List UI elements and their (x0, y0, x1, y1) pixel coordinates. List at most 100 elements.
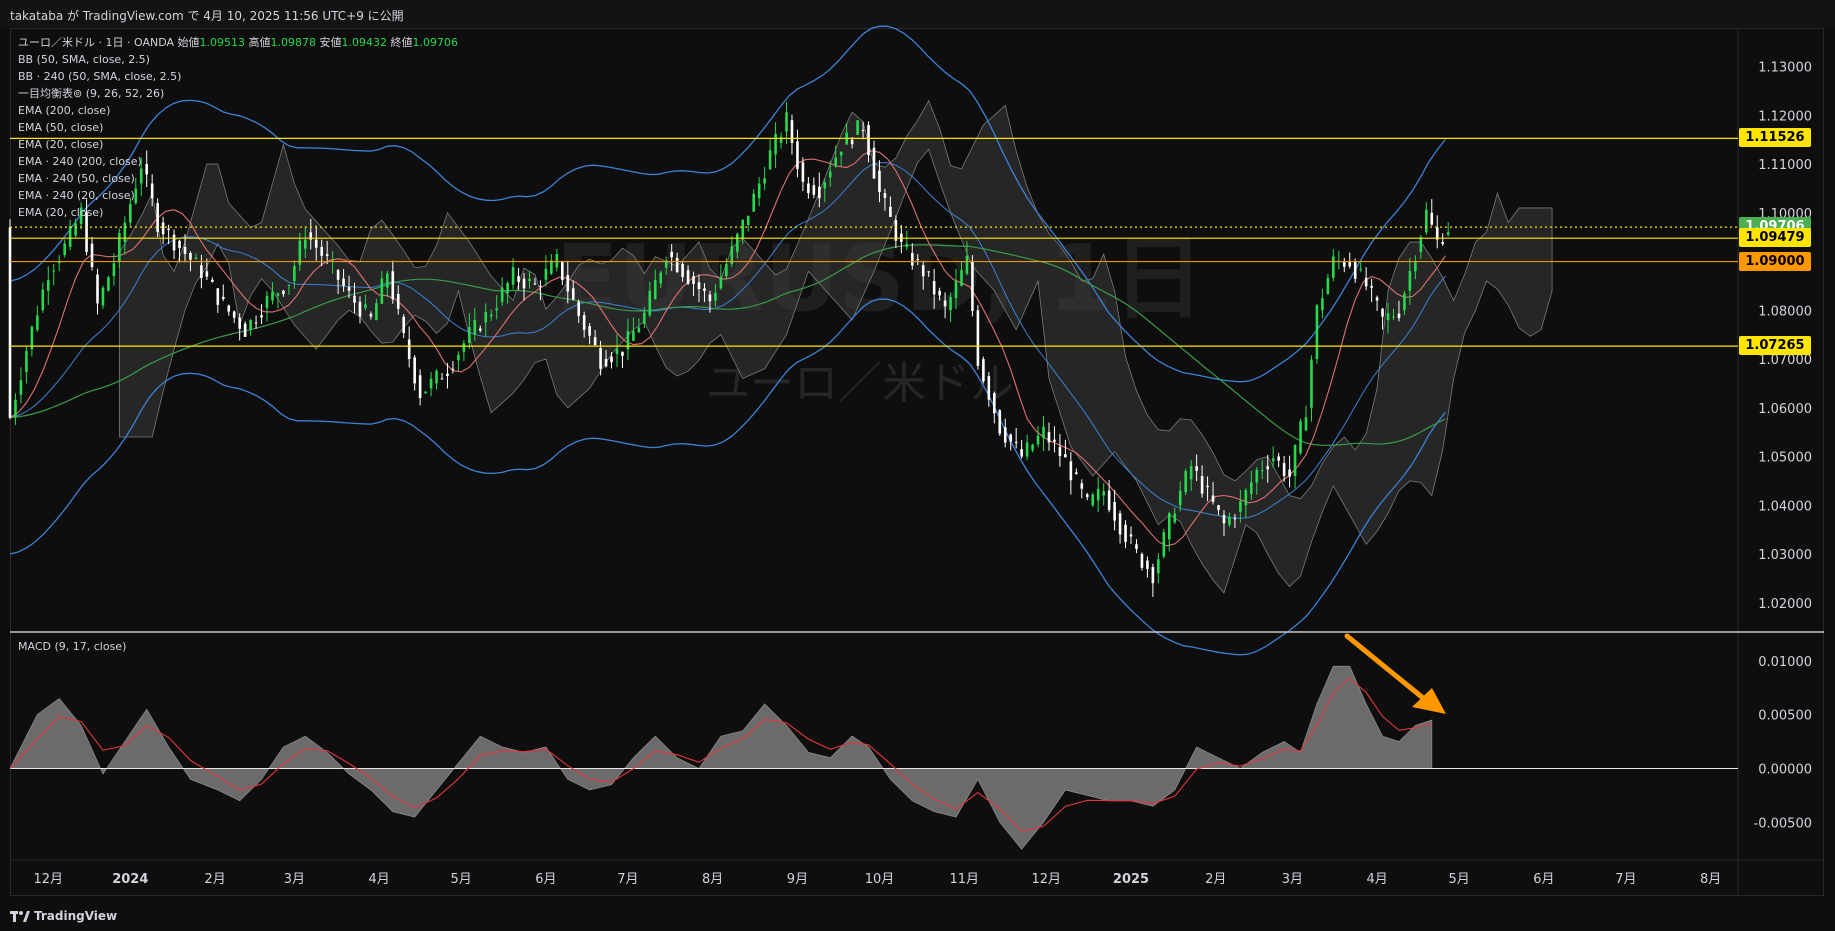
candle (451, 360, 455, 374)
candle (1091, 492, 1095, 508)
candle (1184, 468, 1187, 495)
indicator-ema-20-b[interactable]: EMA (20, close) (18, 204, 458, 221)
candle (757, 177, 761, 207)
candle (998, 409, 1002, 436)
candle (243, 321, 247, 337)
time-tick-label: 2月 (204, 872, 225, 887)
candle (57, 254, 61, 272)
candle (216, 288, 220, 313)
candle (1053, 426, 1056, 453)
candle (457, 351, 460, 371)
tradingview-brand: TradingView (34, 909, 118, 923)
time-tick-label: 2月 (1205, 872, 1226, 887)
price-tick-label: 1.07000 (1758, 353, 1812, 368)
candle (221, 284, 225, 302)
indicator-ema-50[interactable]: EMA (50, close) (18, 119, 458, 136)
indicator-ema-20[interactable]: EMA (20, close) (18, 136, 458, 153)
candle (1315, 303, 1319, 364)
candle (1025, 434, 1029, 461)
candle (30, 325, 34, 357)
high-label: 高値 (248, 36, 271, 49)
indicator-bb-240[interactable]: BB · 240 (50, SMA, close, 2.5) (18, 68, 458, 85)
time-tick-label: 2025 (1113, 872, 1149, 887)
candle (462, 339, 466, 361)
macd-legend[interactable]: MACD (9, 17, close) (18, 640, 126, 653)
candle (621, 351, 624, 369)
candle (1042, 416, 1045, 451)
candle (46, 266, 50, 305)
price-badge-0[interactable]: 1.11526 (1739, 128, 1811, 148)
candle (982, 356, 985, 384)
time-tick-label: 6月 (535, 872, 556, 887)
candle (260, 304, 263, 325)
candle (1326, 273, 1330, 295)
candle (440, 372, 444, 380)
candle (1337, 250, 1341, 270)
bb-lower-line (9, 298, 1446, 656)
time-tick-label: 11月 (949, 872, 979, 887)
candle (1381, 307, 1384, 330)
time-tick-label: 8月 (702, 872, 723, 887)
price-badge-4[interactable]: 1.07265 (1739, 336, 1811, 356)
candle (96, 268, 99, 315)
time-tick-label: 12月 (1031, 872, 1061, 887)
candle (1058, 433, 1062, 467)
candle (779, 132, 783, 149)
candle (227, 304, 231, 316)
candle (249, 318, 252, 336)
candle (112, 253, 116, 286)
low-value: 1.09432 (341, 36, 388, 49)
macd-tick-label: 0.00500 (1758, 709, 1812, 724)
indicator-ema-200[interactable]: EMA (200, close) (18, 102, 458, 119)
indicator-ema-240-20[interactable]: EMA · 240 (20, close) (18, 187, 458, 204)
candle (1085, 492, 1089, 501)
candle (232, 310, 236, 324)
close-value: 1.09706 (412, 36, 459, 49)
candle (211, 277, 214, 283)
time-tick-label: 8月 (1700, 872, 1721, 887)
candle (1446, 222, 1450, 237)
open-value: 1.09513 (199, 36, 246, 49)
price-tick-label: 1.08000 (1758, 304, 1812, 319)
price-tick-label: 1.04000 (1758, 499, 1812, 514)
macd-histogram-area (9, 665, 1433, 850)
macd-tick-label: 0.00000 (1758, 763, 1812, 778)
candle (1075, 468, 1078, 475)
candle (1332, 249, 1335, 282)
price-badge-3[interactable]: 1.09000 (1739, 251, 1811, 271)
candle (14, 393, 17, 425)
price-tick-label: 1.02000 (1758, 597, 1812, 612)
time-tick-label: 5月 (450, 872, 471, 887)
time-tick-label: 4月 (368, 872, 389, 887)
candle (1113, 490, 1116, 531)
candle (1080, 479, 1084, 499)
candle (1036, 425, 1040, 448)
candle (774, 122, 777, 168)
price-badge-2[interactable]: 1.09479 (1739, 228, 1811, 248)
symbol-ohlc-row[interactable]: ユーロ／米ドル · 1日 · OANDA 始値1.09513 高値1.09878… (18, 34, 458, 51)
indicator-ichimoku[interactable]: 一目均衡表⊚ (9, 26, 52, 26) (18, 85, 458, 102)
candle (68, 219, 72, 251)
candle (429, 372, 433, 397)
candle (52, 264, 56, 286)
candle (41, 282, 45, 313)
time-tick-label: 12月 (34, 872, 64, 887)
candle (544, 255, 548, 287)
candle (763, 166, 766, 190)
candle (1277, 452, 1280, 468)
indicator-ema-240-200[interactable]: EMA · 240 (200, close) (18, 153, 458, 170)
candle (1135, 539, 1138, 554)
price-tick-label: 1.13000 (1758, 61, 1812, 76)
candle (1151, 563, 1155, 598)
candle (752, 189, 755, 212)
indicator-bb[interactable]: BB (50, SMA, close, 2.5) (18, 51, 458, 68)
candle (254, 315, 258, 329)
candle (19, 367, 23, 404)
candle (993, 391, 996, 424)
indicator-ema-240-50[interactable]: EMA · 240 (50, close) (18, 170, 458, 187)
candle (402, 314, 406, 339)
time-tick-label: 3月 (284, 872, 305, 887)
candle (1430, 199, 1434, 226)
candle (90, 236, 94, 271)
candle (1129, 526, 1133, 544)
